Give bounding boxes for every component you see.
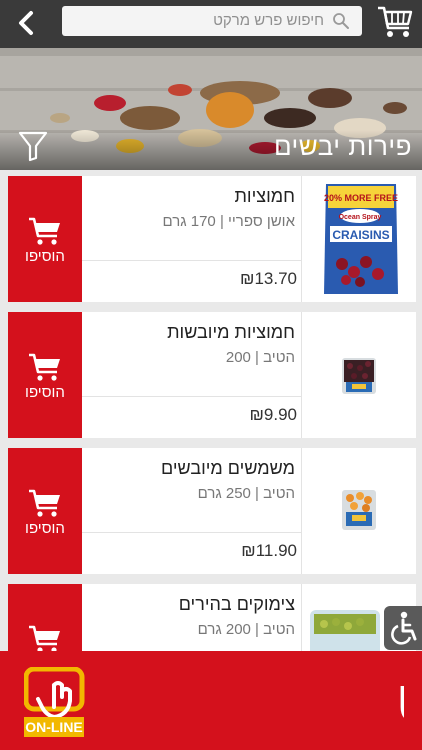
category-banner: פירות יבשים xyxy=(0,48,422,170)
product-info[interactable]: חמוציות אושן ספריי | 170 גרם ₪13.70 xyxy=(82,176,302,302)
logo-badge: ON-LINE xyxy=(25,719,83,735)
shopping-cart-icon xyxy=(378,6,413,37)
product-image[interactable] xyxy=(302,312,416,438)
add-button-label: הוסיפו xyxy=(25,248,65,265)
svg-text:CRAISINS: CRAISINS xyxy=(332,228,389,242)
footer-banner: ON-LINE פרשמרקט xyxy=(0,651,422,750)
product-brand-weight: הטיב | 250 גרם xyxy=(197,485,295,502)
product-card: הוסיפו משמשים מיובשים הטיב | 250 גרם ₪11… xyxy=(8,448,416,574)
product-info[interactable]: משמשים מיובשים הטיב | 250 גרם ₪11.90 xyxy=(82,448,302,574)
top-bar: חיפוש פרש מרקט xyxy=(0,0,422,48)
cart-button[interactable] xyxy=(376,4,414,40)
shopping-cart-icon xyxy=(29,489,60,517)
product-price: ₪13.70 xyxy=(240,269,297,288)
shopping-cart-icon xyxy=(29,625,60,653)
product-price: ₪9.90 xyxy=(249,405,297,424)
freshmarket-logo: ON-LINE פרשמרקט xyxy=(24,667,404,737)
search-icon xyxy=(333,13,349,29)
craisins-bag-image: 20% MORE FREE Ocean Spray CRAISINS xyxy=(324,184,398,294)
product-image[interactable]: 20% MORE FREE Ocean Spray CRAISINS xyxy=(302,176,416,302)
accessibility-button[interactable] xyxy=(384,606,422,650)
product-info[interactable]: חמוציות מיובשות הטיב | 200 ₪9.90 xyxy=(82,312,302,438)
svg-text:20% MORE FREE: 20% MORE FREE xyxy=(324,193,398,203)
search-input[interactable]: חיפוש פרש מרקט xyxy=(213,12,324,29)
product-price: ₪11.90 xyxy=(241,541,297,560)
cranberry-tub-image xyxy=(342,358,376,394)
shopping-cart-icon xyxy=(29,217,60,245)
filter-funnel-icon xyxy=(18,131,48,162)
category-title: פירות יבשים xyxy=(273,131,412,161)
shopping-cart-icon xyxy=(29,353,60,381)
product-name: חמוציות xyxy=(234,186,296,206)
filter-button[interactable] xyxy=(18,130,48,162)
add-to-cart-button[interactable]: הוסיפו xyxy=(8,312,82,438)
divider xyxy=(82,532,301,533)
product-name: צימוקים בהירים xyxy=(178,594,295,614)
add-button-label: הוסיפו xyxy=(25,384,65,401)
product-name: משמשים מיובשים xyxy=(161,458,295,478)
add-button-label: הוסיפו xyxy=(25,520,65,537)
divider xyxy=(82,260,301,261)
logo-text: פרשמרקט xyxy=(396,669,404,734)
apricot-tub-image xyxy=(342,490,376,530)
product-brand-weight: אושן ספריי | 170 גרם xyxy=(162,213,296,230)
back-button[interactable] xyxy=(14,9,40,37)
add-to-cart-button[interactable]: הוסיפו xyxy=(8,448,82,574)
product-name: חמוציות מיובשות xyxy=(167,322,295,342)
svg-text:Ocean Spray: Ocean Spray xyxy=(339,214,382,221)
divider xyxy=(82,396,301,397)
search-bar[interactable]: חיפוש פרש מרקט xyxy=(62,6,362,36)
product-image[interactable] xyxy=(302,448,416,574)
product-card: הוסיפו חמוציות מיובשות הטיב | 200 ₪9.90 xyxy=(8,312,416,438)
chevron-left-icon xyxy=(19,11,33,35)
add-to-cart-button[interactable]: הוסיפו xyxy=(8,176,82,302)
product-card: הוסיפו חמוציות אושן ספריי | 170 גרם ₪13.… xyxy=(8,176,416,302)
product-brand-weight: הטיב | 200 xyxy=(225,349,295,366)
wheelchair-icon xyxy=(391,611,417,645)
product-brand-weight: הטיב | 200 גרם xyxy=(197,621,295,638)
